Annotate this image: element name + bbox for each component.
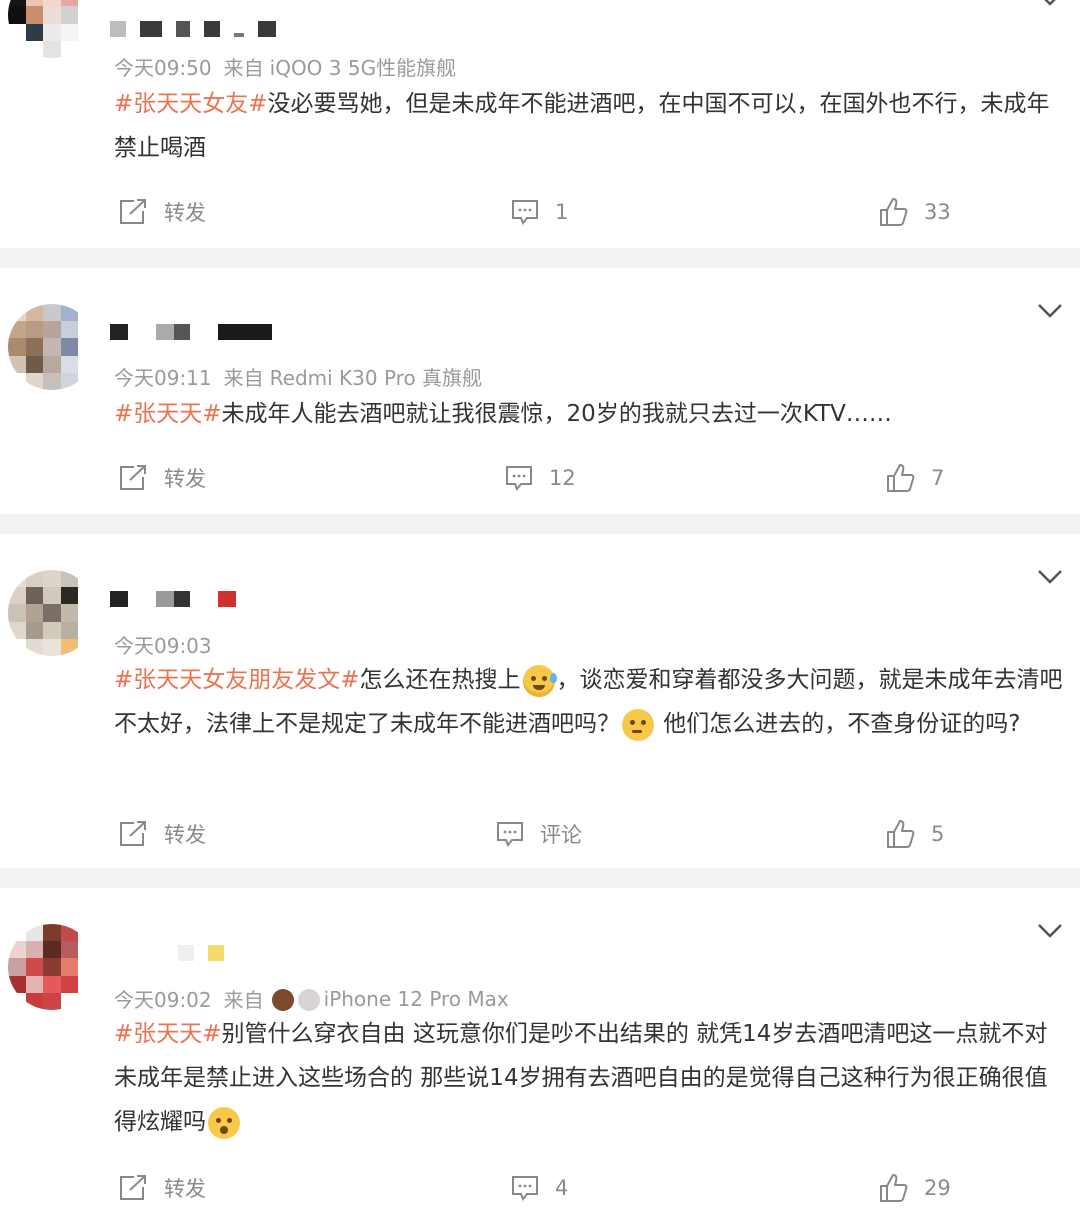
like-button[interactable]: 33	[878, 192, 951, 232]
comment-button[interactable]: 4	[511, 1168, 568, 1208]
avatar[interactable]	[8, 570, 96, 656]
avatar[interactable]	[8, 0, 96, 58]
post-card: 今天09:03 #张天天女友朋友发文#怎么还在热搜上 ，谈恋爱和穿着都没多大问题，…	[0, 534, 1080, 868]
post-text: #张天天#未成年人能去酒吧就让我很震惊，20岁的我就只去过一次KTV……	[114, 392, 1064, 436]
separator	[0, 248, 1080, 268]
post-time: 今天09:50	[114, 56, 212, 80]
like-count: 5	[931, 822, 945, 846]
post-card: 今天09:11 来自 Redmi K30 Pro 真旗舰 #张天天#未成年人能去…	[0, 268, 1080, 514]
post-card: 今天09:02 来自 iPhone 12 Pro Max #张天天#别管什么穿衣…	[0, 888, 1080, 1211]
repost-label: 转发	[164, 467, 206, 491]
repost-icon	[120, 1175, 146, 1200]
thinking-emoji-icon	[622, 708, 654, 741]
device-name: iPhone 12 Pro Max	[323, 986, 509, 1011]
repost-icon	[120, 821, 146, 846]
thumbs-up-icon	[880, 198, 908, 226]
separator	[0, 514, 1080, 534]
post-meta: 今天09:03	[114, 630, 212, 659]
post-time: 今天09:03	[114, 634, 212, 658]
device-name: Redmi K30 Pro 真旗舰	[269, 366, 483, 390]
comment-label: 评论	[540, 823, 582, 847]
avatar[interactable]	[8, 304, 96, 390]
like-count: 29	[924, 1176, 951, 1200]
comment-button[interactable]: 1	[511, 192, 568, 232]
from-label: 来自	[223, 56, 264, 80]
chevron-down-icon[interactable]	[1036, 568, 1064, 586]
action-bar: 转发 12 7	[0, 458, 1080, 498]
avatar[interactable]	[8, 924, 96, 1010]
chevron-down-icon[interactable]	[1036, 302, 1064, 320]
comment-icon	[512, 200, 538, 225]
post-meta: 今天09:02 来自 iPhone 12 Pro Max	[114, 984, 509, 1013]
from-label: 来自	[223, 988, 264, 1012]
like-button[interactable]: 5	[885, 814, 944, 854]
repost-label: 转发	[164, 201, 206, 225]
action-bar: 转发 评论 5	[0, 814, 1080, 854]
repost-button[interactable]: 转发	[118, 814, 206, 854]
post-text: #张天天女友#没必要骂她，但是未成年不能进酒吧，在中国不可以，在国外也不行，未成…	[114, 82, 1064, 170]
from-label: 来自	[223, 366, 264, 390]
topic-link[interactable]: #张天天#	[114, 1021, 222, 1047]
like-count: 33	[924, 200, 951, 224]
post-text: #张天天女友朋友发文#怎么还在热搜上 ，谈恋爱和穿着都没多大问题，就是未成年去清吧…	[114, 658, 1064, 746]
post-time: 今天09:11	[114, 366, 212, 390]
comment-icon	[512, 1176, 538, 1201]
post-content: 他们怎么进去的，不查身份证的吗?	[656, 711, 1021, 737]
repost-button[interactable]: 转发	[118, 458, 206, 498]
repost-button[interactable]: 转发	[118, 1168, 206, 1208]
post-card: 今天09:50 来自 iQOO 3 5G性能旗舰 #张天天女友#没必要骂她，但是…	[0, 0, 1080, 248]
username-redacted[interactable]	[110, 18, 276, 40]
repost-label: 转发	[164, 1177, 206, 1201]
sweat-emoji-icon	[522, 664, 557, 697]
repost-icon	[120, 199, 146, 224]
post-content: 怎么还在热搜上	[359, 667, 521, 693]
separator	[0, 868, 1080, 888]
chevron-down-icon[interactable]	[1036, 922, 1064, 940]
like-button[interactable]: 7	[885, 458, 944, 498]
action-bar: 转发 4 29	[0, 1168, 1080, 1208]
comment-count: 1	[555, 200, 569, 224]
repost-button[interactable]: 转发	[118, 192, 206, 232]
repost-icon	[120, 465, 146, 490]
chevron-down-icon[interactable]	[1036, 0, 1064, 8]
comment-icon	[506, 466, 532, 491]
comment-button[interactable]: 评论	[496, 814, 582, 854]
post-content: 别管什么穿衣自由 这玩意你们是吵不出结果的 就凭14岁去酒吧清吧这一点就不对 未…	[114, 1021, 1048, 1135]
topic-link[interactable]: #张天天女友#	[114, 91, 268, 117]
rabbit-icon	[297, 986, 324, 1011]
shocked-emoji-icon	[208, 1106, 240, 1139]
thumbs-up-icon	[887, 464, 915, 492]
comment-count: 4	[555, 1176, 569, 1200]
username-redacted[interactable]	[110, 321, 272, 343]
comment-button[interactable]: 12	[505, 458, 576, 498]
username-redacted[interactable]	[110, 942, 224, 964]
comment-count: 12	[549, 466, 576, 490]
thumbs-up-icon	[887, 820, 915, 848]
username-redacted[interactable]	[110, 588, 236, 610]
post-text: #张天天#别管什么穿衣自由 这玩意你们是吵不出结果的 就凭14岁去酒吧清吧这一点…	[114, 1012, 1064, 1144]
topic-link[interactable]: #张天天#	[114, 401, 222, 427]
post-meta: 今天09:11 来自 Redmi K30 Pro 真旗舰	[114, 362, 482, 391]
repost-label: 转发	[164, 823, 206, 847]
post-content: 未成年人能去酒吧就让我很震惊，20岁的我就只去过一次KTV……	[221, 401, 892, 427]
post-meta: 今天09:50 来自 iQOO 3 5G性能旗舰	[114, 52, 456, 81]
device-name: iQOO 3 5G性能旗舰	[269, 56, 457, 80]
action-bar: 转发 1 33	[0, 192, 1080, 232]
thumbs-up-icon	[880, 1174, 908, 1202]
bear-icon	[271, 986, 298, 1011]
topic-link[interactable]: #张天天女友朋友发文#	[114, 667, 360, 693]
post-time: 今天09:02	[114, 988, 212, 1012]
like-count: 7	[931, 466, 945, 490]
comment-icon	[497, 822, 523, 847]
like-button[interactable]: 29	[878, 1168, 951, 1208]
